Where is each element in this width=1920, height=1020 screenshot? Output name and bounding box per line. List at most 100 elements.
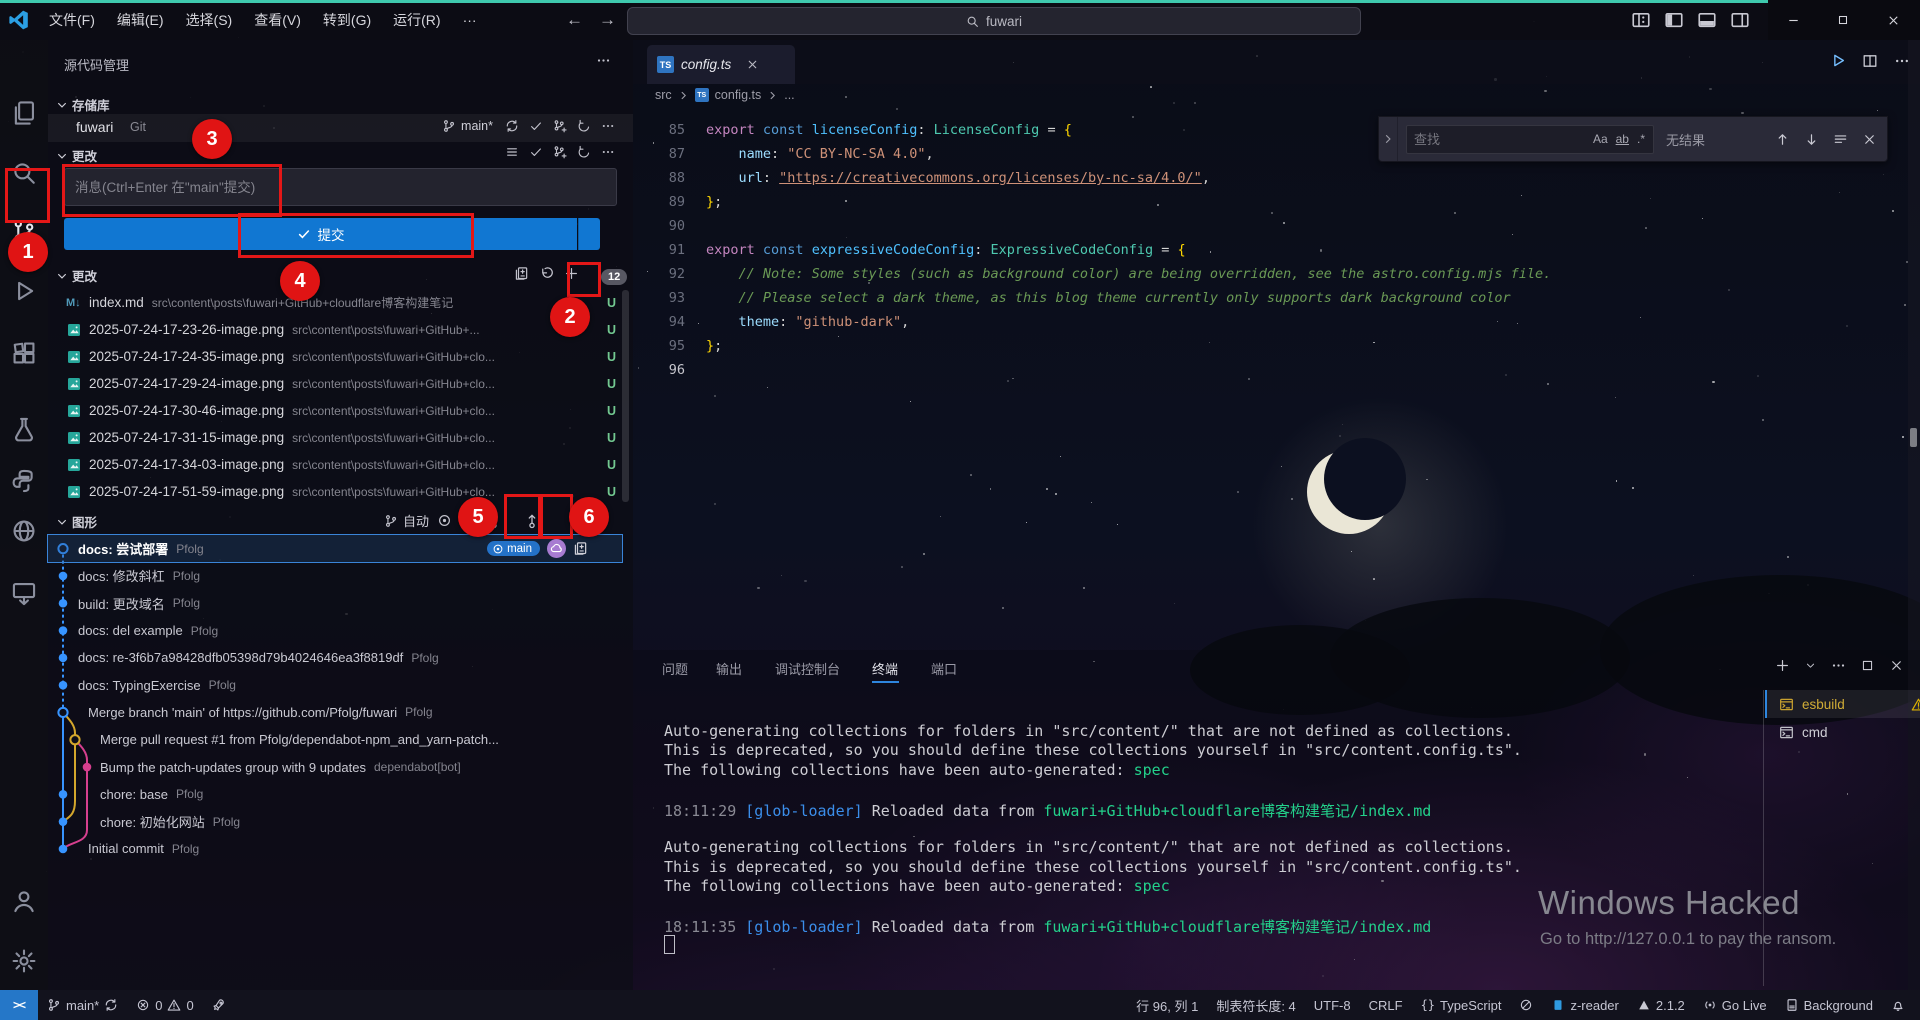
activity-item-scm[interactable]: 12 (0, 208, 48, 254)
file-row-index.md[interactable]: M↓index.mdsrc\content\posts\fuwari+GitHu… (48, 289, 633, 316)
plus-icon[interactable] (1775, 658, 1790, 673)
commit-message-input[interactable] (64, 168, 617, 206)
commit-row-2[interactable]: build: 更改域名Pfolg (48, 590, 633, 617)
nav-back-icon[interactable]: ← (566, 10, 583, 30)
terminal-instance-esbuild[interactable]: esbuild (1765, 690, 1920, 718)
terminal-list-separator[interactable] (1763, 690, 1764, 986)
list-icon[interactable] (505, 145, 519, 159)
activity-item-device[interactable] (0, 570, 48, 616)
cursor-position[interactable]: 行 96, 列 1 (1127, 990, 1207, 1020)
square-icon[interactable] (1861, 659, 1874, 672)
layout-right-icon[interactable] (1730, 10, 1750, 30)
more-icon[interactable] (601, 119, 615, 133)
activity-item-account[interactable] (0, 878, 48, 924)
check-icon[interactable] (529, 119, 543, 133)
file-row-2025-07-24-17-34-03-image.png[interactable]: 2025-07-24-17-34-03-image.pngsrc\content… (48, 451, 633, 478)
go-live[interactable]: Go Live (1694, 990, 1776, 1020)
rocket-icon[interactable] (212, 998, 226, 1012)
branch-plus-icon[interactable] (553, 119, 567, 133)
refresh-icon[interactable] (577, 145, 591, 159)
commit-row-3[interactable]: docs: del examplePfolg (48, 617, 633, 644)
panel-tab-调试控制台[interactable]: 调试控制台 (775, 659, 840, 678)
commit-row-1[interactable]: docs: 修改斜杠Pfolg (48, 562, 633, 589)
maximize-button[interactable] (1818, 0, 1868, 40)
file-row-2025-07-24-17-29-24-image.png[interactable]: 2025-07-24-17-29-24-image.pngsrc\content… (48, 370, 633, 397)
check-icon[interactable] (529, 145, 543, 159)
problems-status[interactable]: 00 (127, 990, 202, 1020)
section-repositories[interactable]: 存储库 (56, 95, 110, 114)
breadcrumb-symbol[interactable]: ... (784, 88, 794, 102)
branch-plus-icon[interactable] (553, 145, 567, 159)
file-row-2025-07-24-17-23-26-image.png[interactable]: 2025-07-24-17-23-26-image.pngsrc\content… (48, 316, 633, 343)
slash-icon[interactable] (1519, 998, 1533, 1012)
python-icon[interactable] (11, 468, 37, 494)
activity-item-search[interactable] (0, 150, 48, 196)
z-reader[interactable]: z-reader (1542, 990, 1627, 1020)
encoding[interactable]: UTF-8 (1305, 990, 1360, 1020)
menu-item-2[interactable]: 选择(S) (175, 6, 244, 34)
triangle-icon[interactable] (1637, 998, 1651, 1012)
sidebar-scrollbar[interactable] (622, 290, 629, 502)
file-row-2025-07-24-17-24-35-image.png[interactable]: 2025-07-24-17-24-35-image.pngsrc\content… (48, 343, 633, 370)
panel-tab-输出[interactable]: 输出 (716, 659, 742, 678)
file-bg-icon[interactable] (1785, 998, 1799, 1012)
book-icon[interactable] (1551, 998, 1565, 1012)
error-icon[interactable] (136, 998, 150, 1012)
activity-item-python[interactable] (0, 458, 48, 504)
file-row-2025-07-24-17-31-15-image.png[interactable]: 2025-07-24-17-31-15-image.pngsrc\content… (48, 424, 633, 451)
warning-icon[interactable] (1911, 697, 1920, 712)
activity-item-extensions[interactable] (0, 330, 48, 376)
eol[interactable]: CRLF (1360, 990, 1412, 1020)
account-icon[interactable] (11, 888, 37, 914)
commit-row-6[interactable]: Merge branch 'main' of https://github.co… (48, 699, 633, 726)
plus-icon[interactable] (564, 266, 579, 281)
device-icon[interactable] (11, 580, 37, 606)
split-icon[interactable] (1862, 52, 1878, 69)
search-icon[interactable] (11, 160, 37, 186)
close-icon[interactable] (746, 58, 759, 71)
close-icon[interactable] (1889, 658, 1904, 673)
debug-icon[interactable] (11, 278, 37, 304)
file-row-2025-07-24-17-30-46-image.png[interactable]: 2025-07-24-17-30-46-image.pngsrc\content… (48, 397, 633, 424)
layout-cfg-icon[interactable] (1631, 10, 1651, 30)
branch-icon[interactable] (442, 119, 456, 133)
branch-status[interactable]: main* (38, 990, 127, 1020)
commit-row-10[interactable]: chore: 初始化网站Pfolg (48, 808, 633, 835)
more-icon[interactable] (596, 53, 611, 68)
commit-button[interactable]: 提交 (64, 218, 577, 250)
activity-item-beaker[interactable] (0, 406, 48, 452)
more-icon[interactable] (601, 145, 615, 159)
sync-icon[interactable] (104, 998, 118, 1012)
globe-icon[interactable] (11, 518, 37, 544)
notifications[interactable] (1882, 990, 1914, 1020)
breadcrumb-file[interactable]: config.ts (715, 88, 762, 102)
extensions-icon[interactable] (11, 340, 37, 366)
menu-item-5[interactable]: 运行(R) (382, 6, 451, 34)
panel-tab-端口[interactable]: 端口 (931, 659, 957, 678)
breadcrumb[interactable]: src TS config.ts ... (655, 88, 795, 102)
terminal-instance-cmd[interactable]: cmd (1765, 718, 1920, 746)
broadcast-icon[interactable] (1703, 998, 1717, 1012)
terminal-win-icon[interactable] (1779, 725, 1794, 740)
commit-row-7[interactable]: Merge pull request #1 from Pfolg/dependa… (48, 726, 633, 753)
warning-icon[interactable] (167, 998, 181, 1012)
minimize-button[interactable] (1768, 0, 1818, 40)
branch-icon[interactable] (384, 514, 398, 528)
play-icon[interactable] (1829, 52, 1846, 69)
push-icon[interactable] (524, 513, 540, 529)
beaker-icon[interactable] (11, 416, 37, 442)
menu-item-0[interactable]: 文件(F) (38, 6, 106, 34)
cloud-badge[interactable] (547, 539, 566, 558)
section-changes[interactable]: 更改 (56, 266, 97, 285)
menu-item-3[interactable]: 查看(V) (243, 6, 312, 34)
activity-item-debug[interactable] (0, 268, 48, 314)
layout-left-icon[interactable] (1664, 10, 1684, 30)
commit-row-4[interactable]: docs: re-3f6b7a98428dfb05398d79b4024646e… (48, 644, 633, 671)
formatter-status[interactable] (1510, 990, 1542, 1020)
activity-item-files[interactable] (0, 90, 48, 136)
repo-row-fuwari[interactable]: fuwari Git main* (48, 114, 633, 142)
layout-bottom-icon[interactable] (1697, 10, 1717, 30)
commit-row-5[interactable]: docs: TypingExercisePfolg (48, 671, 633, 698)
target-icon[interactable] (492, 543, 504, 555)
activity-item-globe[interactable] (0, 508, 48, 554)
